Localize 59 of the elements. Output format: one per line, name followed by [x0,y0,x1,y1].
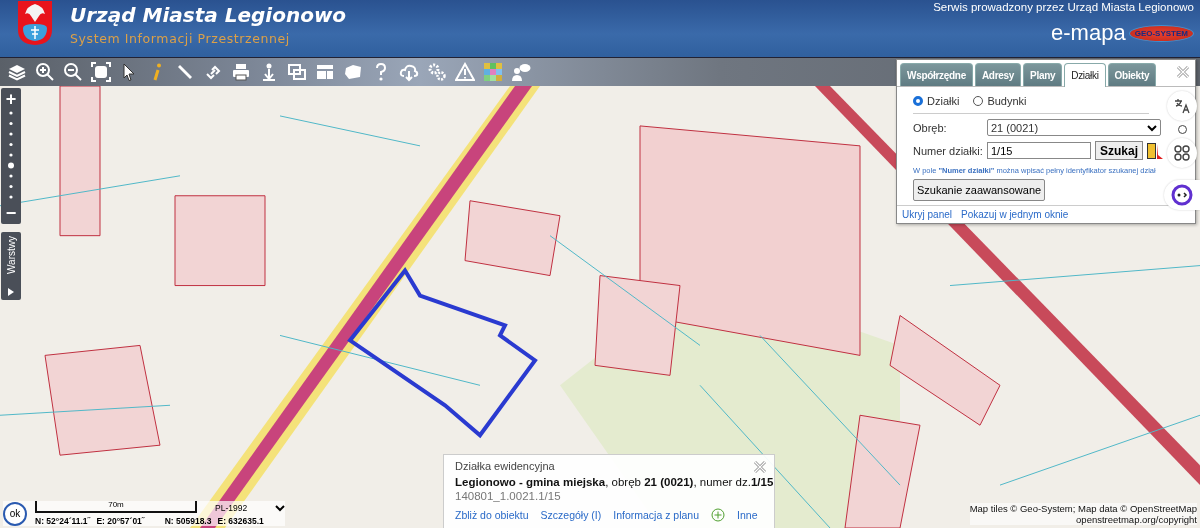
field-label: Obręb: [913,121,948,134]
site-subtitle: System Informacji Przestrzennej [70,31,291,46]
zoom-in-button[interactable]: + [1,89,21,109]
popup-action-link[interactable]: Zbliż do obiektu [455,509,529,521]
longitude-value: E: 20°57´01˝ [96,516,145,526]
chevron-down-icon [275,504,285,512]
windows-icon[interactable] [287,62,307,82]
popup-action-link[interactable]: Informacja z planu [613,509,700,521]
easting-value: E: 632635.1 [217,516,264,526]
brand-logo-text: e-mapa [1051,21,1126,45]
coat-of-arms-icon [17,0,53,46]
panel-tab[interactable]: Obiekty [1107,63,1157,86]
radio-option[interactable]: Budynki [973,95,1027,107]
marker-color-icon[interactable] [1147,142,1163,159]
northing-value: N: 505918.3 [164,516,212,526]
zoom-in-icon[interactable] [35,62,55,82]
zoom-out-icon[interactable] [63,62,83,82]
polygon-icon[interactable] [343,62,363,82]
panel-tab[interactable]: Adresy [974,63,1022,86]
search-button[interactable]: Szukaj [1095,141,1143,160]
popup-heading: Działka ewidencyjna [455,460,556,472]
layers-icon[interactable] [7,62,27,82]
user-chat-icon[interactable] [511,62,531,82]
cloud-icon[interactable] [399,62,419,82]
layers-tab[interactable]: Warstwy [1,232,21,300]
panel-tab[interactable]: Działki [1064,63,1106,87]
zoom-out-button[interactable]: − [1,203,21,223]
site-title: Urząd Miasta Legionowo [70,2,347,28]
map-attribution: Map tiles © Geo-System; Map data © OpenStreetMap [969,503,1197,514]
panel-link[interactable]: Pokazuj w jednym oknie [961,209,1069,220]
parcel-description: Legionowo - gmina miejska, obręb 21 (0021), numer dz.1/15 [455,476,774,488]
panel-tab[interactable]: Plany [1023,63,1063,86]
operator-note: Serwis prowadzony przez Urząd Miasta Legionowo [933,1,1194,13]
crs-select[interactable]: PL-1992 [215,503,285,513]
advanced-search-button[interactable]: Szukanie zaawansowane [913,179,1046,201]
scale-label: 70m [108,500,124,509]
layout-icon[interactable] [315,62,335,82]
full-extent-icon[interactable] [91,62,111,82]
latitude-value: N: 52°24´11.1˝ [35,516,91,526]
field-label: Numer działki: [913,144,983,157]
map-attribution: openstreetmap.org/copyright [1076,514,1197,525]
parcel-number-input[interactable]: 1/15 [987,142,1091,159]
popup-action-link[interactable]: Szczegóły (I) [540,509,602,521]
chevron-down-icon [1147,123,1157,132]
color-grid-icon[interactable] [483,62,503,82]
popup-action-link[interactable]: Inne [737,509,758,521]
ok-button[interactable]: ok [3,501,27,526]
panel-link[interactable]: Ukryj panel [902,209,953,220]
panel-tab[interactable]: Współrzędne [900,63,973,86]
warning-icon[interactable] [455,62,475,82]
radio-button[interactable] [973,96,984,106]
brand-badge: GEO-SYSTEM [1128,24,1194,42]
radio-option[interactable]: Działki [913,95,960,107]
precinct-select[interactable]: 21 (0021) [987,119,1161,136]
printer-icon[interactable] [231,62,251,82]
plus-circle-icon[interactable] [711,508,726,522]
parcel-identifier: 140801_1.0021.1/15 [455,490,562,502]
assistant-face-icon[interactable] [1164,180,1200,210]
radio-button[interactable] [913,96,923,106]
